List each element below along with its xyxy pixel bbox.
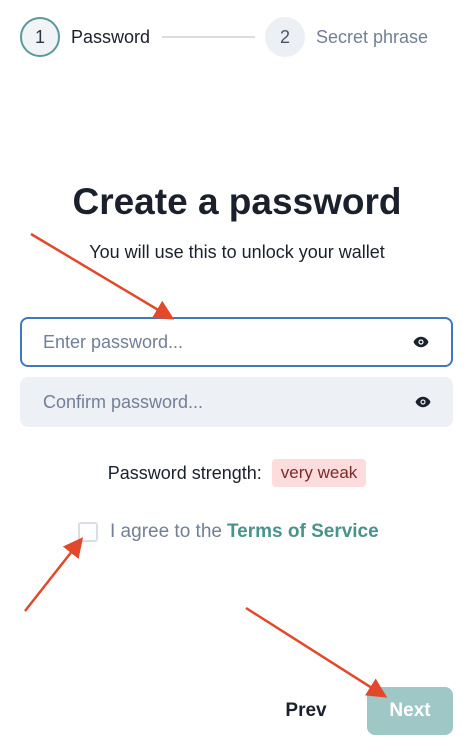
confirm-password-input[interactable]	[20, 377, 403, 427]
next-button[interactable]: Next	[367, 687, 453, 735]
terms-of-service-link[interactable]: Terms of Service	[227, 521, 379, 543]
confirm-password-field	[20, 377, 453, 427]
password-strength-badge: very weak	[271, 459, 367, 487]
eye-icon	[413, 336, 429, 348]
eye-icon	[415, 396, 431, 408]
terms-checkbox[interactable]	[78, 522, 98, 542]
toggle-confirm-visibility-button[interactable]	[403, 382, 443, 422]
page-title: Create a password	[72, 181, 402, 222]
step-1-indicator: 1	[20, 17, 60, 57]
prev-button[interactable]: Prev	[270, 687, 342, 735]
toggle-password-visibility-button[interactable]	[401, 322, 441, 362]
step-1-number: 1	[34, 26, 45, 47]
step-2-number: 2	[279, 26, 290, 47]
annotation-arrow-checkbox	[24, 537, 84, 612]
step-2-label: Secret phrase	[316, 27, 429, 47]
password-field	[20, 317, 453, 367]
step-connector	[162, 36, 255, 38]
terms-agreement: I agree to the Terms of Service	[78, 521, 379, 543]
password-input[interactable]	[22, 319, 401, 365]
terms-agreement-text: I agree to the	[110, 521, 222, 542]
step-2-indicator: 2	[265, 17, 305, 57]
stepper: 1 Password 2 Secret phrase	[0, 0, 474, 76]
password-strength-label: Password strength:	[107, 462, 262, 483]
annotation-arrow-next	[245, 606, 388, 698]
step-1-label: Password	[71, 27, 151, 47]
password-strength: Password strength: very weak	[0, 459, 474, 487]
page-subtitle: You will use this to unlock your wallet	[89, 242, 385, 262]
